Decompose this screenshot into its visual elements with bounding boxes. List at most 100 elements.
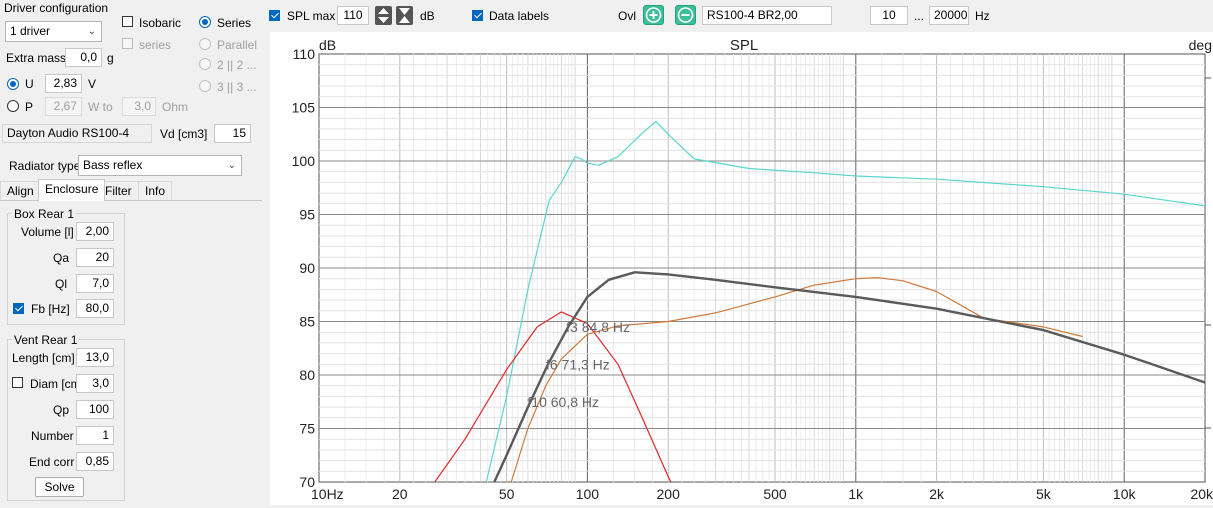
x-tick-label: 200 xyxy=(657,486,681,502)
minus-icon xyxy=(677,7,694,23)
data-labels-checkbox[interactable] xyxy=(472,10,483,21)
x-tick-label: 5k xyxy=(1036,486,1052,502)
up-down-arrow-icon xyxy=(378,8,389,23)
vd-input[interactable]: 15 xyxy=(214,124,251,143)
p-radio[interactable] xyxy=(7,100,19,112)
spl-max-label: SPL max xyxy=(287,9,336,23)
series-radio[interactable] xyxy=(199,16,211,28)
y-axis-label-right: deg xyxy=(1189,37,1212,53)
u-label: U xyxy=(25,77,34,91)
u-radio[interactable] xyxy=(7,78,19,90)
chevron-down-icon: ⌄ xyxy=(227,160,236,171)
two-by-two-label: 2 || 2 ... xyxy=(217,58,257,72)
spl-max-checkbox[interactable] xyxy=(269,10,280,21)
annotation-label: f6 71,3 Hz xyxy=(546,356,610,372)
parallel-label: Parallel xyxy=(217,38,258,52)
spl-chart: SPL dB deg 10Hz 20 50 100 200 500 1k 2k 5k 10k 20k… xyxy=(270,32,1213,505)
extra-mass-input[interactable]: 0,0 xyxy=(65,48,102,67)
p-label: P xyxy=(25,100,34,114)
y-axis-label-left: dB xyxy=(319,37,336,53)
y-tick-label: 100 xyxy=(292,153,316,169)
y-tick-label: 105 xyxy=(292,100,316,116)
driver-name-field[interactable]: Dayton Audio RS100-4 xyxy=(2,124,152,143)
freq-max-input[interactable]: 20000 xyxy=(929,6,969,25)
chart-grid xyxy=(318,53,1211,483)
u-unit: V xyxy=(88,77,97,91)
overlay-name-input[interactable]: RS100-4 BR2,00 xyxy=(702,6,832,25)
ql-input[interactable]: 7,0 xyxy=(76,274,114,293)
series-radio-label: Series xyxy=(217,16,252,30)
tab-info[interactable]: Info xyxy=(138,181,173,200)
x-tick-label: 100 xyxy=(576,486,600,502)
spl-chart-svg: SPL dB deg 10Hz 20 50 100 200 500 1k 2k 5k 10k 20k… xyxy=(292,37,1213,502)
chevron-down-icon: ⌄ xyxy=(87,26,96,37)
driver-config-title: Driver configuration xyxy=(4,1,109,15)
qa-input[interactable]: 20 xyxy=(76,248,114,267)
y-tick-label: 90 xyxy=(299,260,315,276)
isobaric-checkbox[interactable] xyxy=(122,16,133,27)
ovl-label: Ovl xyxy=(618,9,636,23)
parallel-radio[interactable] xyxy=(199,38,211,50)
freq-hz-unit: Hz xyxy=(975,9,990,23)
freq-min-input[interactable]: 10 xyxy=(870,6,908,25)
number-input[interactable]: 1 xyxy=(76,426,114,445)
end-corr-input[interactable]: 0,85 xyxy=(76,452,114,471)
vent-group-title: Vent Rear 1 xyxy=(12,333,80,347)
annotation-label: f3 84,8 Hz xyxy=(566,319,630,335)
tab-enclosure[interactable]: Enclosure xyxy=(38,179,106,201)
data-labels-label: Data labels xyxy=(489,9,550,23)
y-tick-label: 110 xyxy=(293,46,316,62)
end-corr-label: End corr xyxy=(29,455,75,469)
x-tick-label: 10k xyxy=(1113,486,1137,502)
x-tick-label: 10Hz xyxy=(311,486,344,502)
series-checkbox[interactable] xyxy=(122,38,133,49)
three-by-three-label: 3 || 3 ... xyxy=(217,80,257,94)
x-tick-label: 500 xyxy=(763,486,787,502)
overlay-add-button[interactable] xyxy=(643,5,664,25)
x-tick-label: 20 xyxy=(392,486,408,502)
y-tick-label: 80 xyxy=(299,367,315,383)
p-input[interactable]: 2,67 xyxy=(45,97,82,116)
ohm-unit: Ohm xyxy=(162,100,189,114)
two-by-two-radio[interactable] xyxy=(199,58,211,70)
radiator-type-select[interactable]: Bass reflex ⌄ xyxy=(78,155,242,176)
qp-label: Qp xyxy=(53,403,70,417)
isobaric-label: Isobaric xyxy=(139,16,182,30)
length-input[interactable]: 13,0 xyxy=(76,348,114,367)
fb-checkbox[interactable] xyxy=(13,303,24,314)
volume-label: Volume [l] xyxy=(21,225,74,239)
driver-count-value: 1 driver xyxy=(10,24,51,38)
three-by-three-radio[interactable] xyxy=(199,80,211,92)
diam-input[interactable]: 3,0 xyxy=(76,374,114,393)
x-tick-label: 1k xyxy=(848,486,864,502)
volume-input[interactable]: 2,00 xyxy=(76,222,114,241)
solve-button[interactable]: Solve xyxy=(35,477,84,497)
qa-label: Qa xyxy=(53,251,70,265)
spl-db-unit: dB xyxy=(420,9,435,23)
y-tick-label: 75 xyxy=(299,421,315,437)
extra-mass-unit: g xyxy=(107,51,114,65)
extra-mass-label: Extra mass xyxy=(6,51,67,65)
hourglass-icon xyxy=(399,8,410,23)
u-input[interactable]: 2,83 xyxy=(45,74,82,93)
freq-separator: ... xyxy=(914,9,925,23)
fb-input[interactable]: 80,0 xyxy=(76,299,114,318)
x-tick-label: 20k xyxy=(1190,486,1213,502)
plus-icon xyxy=(645,7,662,23)
qp-input[interactable]: 100 xyxy=(76,400,114,419)
tab-align[interactable]: Align xyxy=(0,181,41,200)
spl-updown-button[interactable] xyxy=(375,6,392,25)
diam-checkbox[interactable] xyxy=(12,377,23,388)
radiator-type-label: Radiator type xyxy=(9,159,81,173)
chart-title: SPL xyxy=(730,37,758,54)
vd-label: Vd [cm3] xyxy=(160,127,208,141)
driver-count-select[interactable]: 1 driver ⌄ xyxy=(5,21,102,42)
series-checkbox-label: series xyxy=(139,38,172,52)
spl-fit-button[interactable] xyxy=(396,6,413,25)
x-tick-label: 2k xyxy=(929,486,945,502)
overlay-remove-button[interactable] xyxy=(675,5,696,25)
annotation-label: f10 60,8 Hz xyxy=(527,394,599,410)
spl-max-input[interactable]: 110 xyxy=(337,6,369,25)
radiator-type-value: Bass reflex xyxy=(83,158,143,172)
ohm-input[interactable]: 3,0 xyxy=(122,97,156,116)
